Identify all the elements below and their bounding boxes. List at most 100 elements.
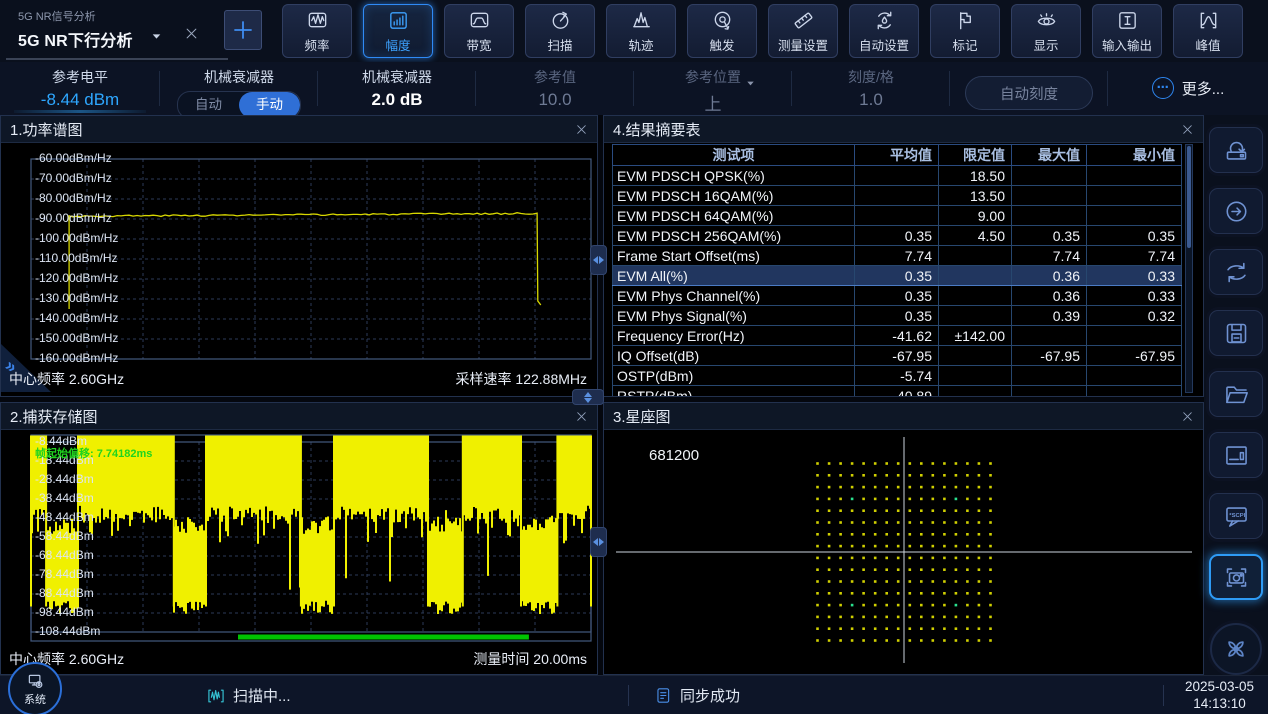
splitter-handle-vertical[interactable] xyxy=(590,527,607,557)
sidebar-button-quick-menu[interactable] xyxy=(1210,623,1262,675)
table-row[interactable]: RSTP(dBm)-40.89 xyxy=(613,386,1182,397)
toolbar-button-meas-setup[interactable]: 测量设置 xyxy=(768,4,838,58)
toolbar-button-freq[interactable]: 频率 xyxy=(282,4,352,58)
toolbar-button-label: 频率 xyxy=(304,35,329,54)
toolbar-button-sweep[interactable]: 扫描 xyxy=(525,4,595,58)
value-cell: 0.35 xyxy=(855,266,939,286)
sample-rate-label: 采样速率 122.88MHz xyxy=(456,369,587,389)
param-value[interactable]: 10.0 xyxy=(476,90,634,110)
value-cell: 0.33 xyxy=(1087,266,1182,286)
panel-title-bar: 1.功率谱图 xyxy=(1,116,597,143)
param-value[interactable]: 上 xyxy=(634,90,792,115)
sidebar-button-preset[interactable] xyxy=(1209,127,1263,173)
panel-close-icon[interactable] xyxy=(575,123,588,136)
run-icon xyxy=(1223,198,1250,225)
table-row[interactable]: EVM All(%)0.350.360.33 xyxy=(613,266,1182,286)
panel-title: 1.功率谱图 xyxy=(10,119,83,140)
auto-scale-button[interactable]: 自动刻度 xyxy=(965,76,1093,110)
param-col-5: 刻度/格 1.0 xyxy=(792,62,950,115)
y-axis-tick-label: -28.44dBm xyxy=(35,472,94,486)
table-row[interactable]: EVM PDSCH 256QAM(%)0.354.500.350.35 xyxy=(613,226,1182,246)
value-cell: 0.35 xyxy=(855,306,939,326)
table-row[interactable]: EVM PDSCH QPSK(%)18.50 xyxy=(613,166,1182,186)
scan-status-text: 扫描中... xyxy=(233,685,291,706)
parameter-bar: 参考电平-8.44 dBm机械衰减器自动手动机械衰减器2.0 dB参考值10.0… xyxy=(0,62,1268,116)
param-value[interactable]: 1.0 xyxy=(792,90,950,110)
value-cell xyxy=(1012,206,1087,226)
param-label: 刻度/格 xyxy=(792,67,950,87)
table-row[interactable]: Frame Start Offset(ms)7.747.747.74 xyxy=(613,246,1182,266)
y-axis-tick-label: -38.44dBm xyxy=(35,491,94,505)
param-label: 参考电平 xyxy=(0,67,160,87)
value-cell xyxy=(939,306,1012,326)
table-row[interactable]: Frequency Error(Hz)-41.62±142.00 xyxy=(613,326,1182,346)
panel-close-icon[interactable] xyxy=(575,410,588,423)
sidebar-button-restart-sweep[interactable] xyxy=(1209,249,1263,295)
measurement-tab[interactable]: 5G NR信号分析 5G NR下行分析 xyxy=(18,8,133,51)
y-axis-tick-label: -70.00dBm/Hz xyxy=(35,171,112,185)
panel-title: 3.星座图 xyxy=(613,406,671,427)
value-cell xyxy=(1087,366,1182,386)
param-col-0: 参考电平 -8.44 dBm xyxy=(0,62,160,115)
toolbar-button-trigger[interactable]: 触发 xyxy=(687,4,757,58)
constellation-plot[interactable] xyxy=(604,429,1203,674)
sidebar-button-scpi[interactable]: *SCPI xyxy=(1209,493,1263,539)
power-spectrum-plot[interactable]: -60.00dBm/Hz-70.00dBm/Hz-80.00dBm/Hz-90.… xyxy=(1,142,597,396)
table-row[interactable]: IQ Offset(dB)-67.95-67.95-67.95 xyxy=(613,346,1182,366)
toolbar-button-amplitude[interactable]: 幅度 xyxy=(363,4,433,58)
sidebar-button-save[interactable] xyxy=(1209,310,1263,356)
table-row[interactable]: EVM PDSCH 64QAM(%)9.00 xyxy=(613,206,1182,226)
value-cell xyxy=(1012,326,1087,346)
panel-capture: 2.捕获存储图 -8.44dBm-18.44dBm-28.44dBm-38.44… xyxy=(0,402,598,675)
scrollbar-thumb[interactable] xyxy=(1187,146,1191,248)
y-axis-tick-label: -60.00dBm/Hz xyxy=(35,151,112,165)
panel-title-bar: 3.星座图 xyxy=(604,403,1203,430)
table-row[interactable]: OSTP(dBm)-5.74 xyxy=(613,366,1182,386)
toolbar-button-label: 扫描 xyxy=(547,35,572,54)
sidebar-button-open-file[interactable] xyxy=(1209,371,1263,417)
panel-close-icon[interactable] xyxy=(1181,410,1194,423)
sidebar-button-screenshot[interactable] xyxy=(1209,554,1263,600)
value-cell: -41.62 xyxy=(855,326,939,346)
param-value[interactable]: 2.0 dB xyxy=(318,90,476,110)
table-row[interactable]: EVM Phys Signal(%)0.350.390.32 xyxy=(613,306,1182,326)
sidebar-button-window-layout[interactable] xyxy=(1209,432,1263,478)
more-button[interactable]: ⋯更多... xyxy=(1108,67,1268,115)
y-axis-tick-label: -90.00dBm/Hz xyxy=(35,211,112,225)
toolbar-button-trace[interactable]: 轨迹 xyxy=(606,4,676,58)
value-cell: -40.89 xyxy=(855,386,939,397)
toolbar-button-bandwidth[interactable]: 带宽 xyxy=(444,4,514,58)
preset-icon xyxy=(1223,137,1250,164)
tab-dropdown-caret-icon[interactable] xyxy=(150,30,163,43)
splitter-handle-horizontal[interactable] xyxy=(572,389,604,405)
layout-icon xyxy=(1223,442,1250,469)
scpi-icon: *SCPI xyxy=(1223,503,1250,530)
y-axis-tick-label: -110.00dBm/Hz xyxy=(35,251,117,265)
bandwidth-icon xyxy=(468,9,491,33)
table-scrollbar[interactable] xyxy=(1185,144,1193,393)
toolbar-button-display[interactable]: 显示 xyxy=(1011,4,1081,58)
table-row[interactable]: EVM Phys Channel(%)0.350.360.33 xyxy=(613,286,1182,306)
system-button[interactable]: 系统 xyxy=(8,662,62,714)
splitter-handle-vertical[interactable] xyxy=(590,245,607,275)
toolbar-button-marker[interactable]: 标记 xyxy=(930,4,1000,58)
toolbar-button-io[interactable]: 输入输出 xyxy=(1092,4,1162,58)
tab-close-icon[interactable] xyxy=(184,26,199,41)
toolbar-button-label: 显示 xyxy=(1033,35,1058,54)
test-item-cell: RSTP(dBm) xyxy=(613,386,855,397)
toolbar-button-label: 峰值 xyxy=(1195,35,1220,54)
param-label: 机械衰减器 xyxy=(318,67,476,87)
toolbar-button-auto-setup[interactable]: 自动设置 xyxy=(849,4,919,58)
panel-close-icon[interactable] xyxy=(1181,123,1194,136)
table-row[interactable]: EVM PDSCH 16QAM(%)13.50 xyxy=(613,186,1182,206)
capture-plot[interactable]: -8.44dBm-18.44dBm-28.44dBm-38.44dBm-48.4… xyxy=(1,429,597,674)
y-axis-tick-label: -140.00dBm/Hz xyxy=(35,311,118,325)
param-value[interactable]: -8.44 dBm xyxy=(0,90,160,110)
summary-table: 测试项平均值限定值最大值最小值EVM PDSCH QPSK(%)18.50EVM… xyxy=(604,142,1203,396)
sidebar-button-single-run[interactable] xyxy=(1209,188,1263,234)
add-measurement-button[interactable] xyxy=(224,10,262,50)
value-cell: 7.74 xyxy=(1012,246,1087,266)
toolbar-button-label: 幅度 xyxy=(385,35,410,54)
toolbar-button-peak[interactable]: 峰值 xyxy=(1173,4,1243,58)
value-cell: 4.50 xyxy=(939,226,1012,246)
